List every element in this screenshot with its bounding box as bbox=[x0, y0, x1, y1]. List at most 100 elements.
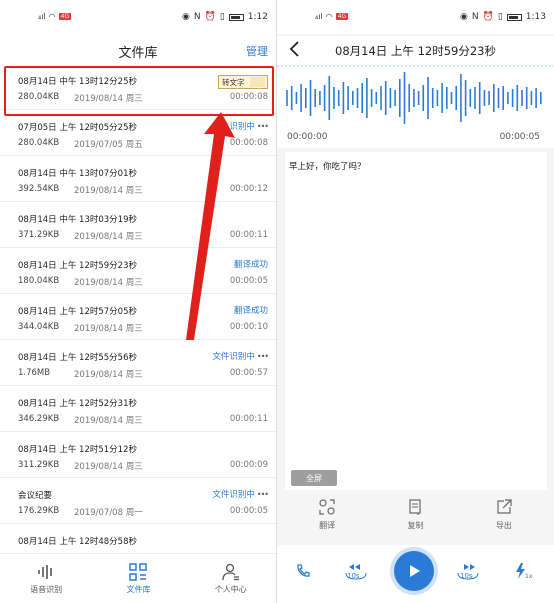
file-row[interactable]: 08月14日 上午 12时55分56秒 1.76MB 2019/08/14 周三 00… bbox=[0, 340, 276, 386]
convert-to-text-button[interactable]: 转文字 bbox=[218, 75, 268, 89]
file-row[interactable]: 08月14日 上午 12时52分31秒 346.29KB 2019/08/14 周三… bbox=[0, 386, 276, 432]
file-duration: 00:00:12 bbox=[229, 184, 268, 194]
file-name: 08月14日 中午 13时12分25秒 bbox=[18, 77, 137, 87]
convert-label: 转文字 bbox=[222, 77, 245, 87]
bottom-nav: 语音识别 文件库 个人中心 bbox=[0, 553, 276, 603]
file-date: 2019/08/14 周三 bbox=[74, 232, 143, 242]
file-duration: 00:00:08 bbox=[229, 92, 268, 102]
file-status-text: 翻译成功 bbox=[233, 260, 268, 270]
more-icon[interactable]: ••• bbox=[257, 352, 269, 361]
file-size: 176.29KB bbox=[18, 506, 60, 516]
transcript-text[interactable]: 早上好，你吃了吗？ bbox=[289, 160, 366, 172]
vibrate-icon: ▯ bbox=[219, 12, 225, 22]
fullscreen-button[interactable]: 全屏 bbox=[291, 470, 337, 486]
translate-label: 翻译 bbox=[319, 521, 336, 530]
file-date: 2019/08/14 周三 bbox=[74, 370, 143, 380]
file-status: 翻译成功 bbox=[234, 258, 268, 270]
file-date: 2019/07/05 周五 bbox=[74, 140, 143, 150]
signal-icon: ₄ıl bbox=[38, 12, 46, 21]
file-status: 文件识别中 ••• bbox=[212, 488, 269, 500]
nav-item-2[interactable]: 个人中心 bbox=[185, 554, 276, 603]
action-row: 翻译 复制 导出 bbox=[277, 498, 554, 540]
file-name: 08月14日 上午 12时57分05秒 bbox=[18, 307, 137, 317]
carrier-badge: 4G bbox=[335, 13, 349, 20]
file-size: 346.29KB bbox=[18, 414, 60, 424]
file-status-text: 文件识别中 bbox=[212, 490, 255, 500]
play-button[interactable] bbox=[394, 551, 434, 591]
signal-icon: ₄ıl bbox=[315, 12, 323, 21]
file-size: 392.54KB bbox=[18, 184, 60, 194]
rewind-icon: 10s bbox=[345, 564, 367, 580]
convert-swatch bbox=[250, 77, 265, 87]
play-icon bbox=[410, 565, 420, 577]
time-start: 00:00:00 bbox=[287, 132, 328, 142]
export-icon bbox=[497, 499, 512, 514]
file-duration: 00:00:11 bbox=[229, 414, 268, 424]
wifi-icon: ◠ bbox=[48, 12, 56, 21]
eye-icon: ◉ bbox=[460, 12, 468, 22]
file-status-text: 文件识别中 bbox=[212, 122, 255, 132]
file-size: 311.29KB bbox=[18, 460, 60, 470]
nfc-icon: N bbox=[193, 12, 201, 22]
manage-button[interactable]: 管理 bbox=[246, 43, 268, 59]
copy-button[interactable]: 复制 bbox=[385, 498, 445, 540]
nav-label: 语音识别 bbox=[30, 584, 63, 594]
file-list: 08月14日 中午 13时12分25秒 280.04KB 2019/08/14 周三… bbox=[0, 64, 276, 570]
nav-label: 个人中心 bbox=[214, 584, 247, 594]
forward-icon: 10s bbox=[457, 564, 479, 580]
waveform-graphic bbox=[277, 65, 554, 124]
file-duration: 00:00:09 bbox=[229, 460, 268, 470]
file-size: 280.04KB bbox=[18, 92, 60, 102]
file-name: 08月14日 中午 13时03分19秒 bbox=[18, 215, 137, 225]
time-row: 00:00:00 00:00:05 bbox=[277, 130, 554, 148]
file-status: 翻译成功 bbox=[234, 304, 268, 316]
file-row[interactable]: 08月14日 上午 12时51分12秒 311.29KB 2019/08/14 周三… bbox=[0, 432, 276, 478]
file-date: 2019/08/14 周三 bbox=[74, 416, 143, 426]
file-size: 1.76MB bbox=[18, 368, 51, 378]
forward-10s-button[interactable]: 10s bbox=[455, 561, 481, 581]
rewind-10s-button[interactable]: 10s bbox=[343, 561, 369, 581]
file-duration: 00:00:05 bbox=[229, 506, 268, 516]
file-status: 文件识别中 ••• bbox=[212, 350, 269, 362]
file-status-text: 文件识别中 bbox=[212, 352, 255, 362]
file-size: 344.04KB bbox=[18, 322, 60, 332]
more-icon[interactable]: ••• bbox=[257, 490, 269, 499]
file-date: 2019/08/14 周三 bbox=[74, 186, 143, 196]
battery-icon bbox=[506, 13, 522, 21]
file-duration: 00:00:05 bbox=[229, 276, 268, 286]
file-row[interactable]: 08月14日 中午 13时12分25秒 280.04KB 2019/08/14 周三… bbox=[0, 64, 276, 110]
file-name: 08月14日 上午 12时59分23秒 bbox=[18, 261, 137, 271]
file-date: 2019/08/14 周三 bbox=[74, 462, 143, 472]
player-controls: 10s 10s 1x bbox=[277, 545, 554, 603]
carrier-badge: 4G bbox=[58, 13, 72, 20]
playback-speed-button[interactable]: 1x bbox=[511, 561, 533, 581]
file-library-screen: ₄ıl ◠ 4G ◉ N ⏰ ▯ 1:12 文件库 管理 08月14日 中午 1… bbox=[0, 0, 277, 603]
file-row[interactable]: 08月14日 中午 13时03分19秒 371.29KB 2019/08/14 周三… bbox=[0, 202, 276, 248]
page-title: 文件库 bbox=[118, 46, 158, 61]
phone-call-button[interactable] bbox=[293, 561, 313, 581]
file-duration: 00:00:10 bbox=[229, 322, 268, 332]
speed-label: 1x bbox=[525, 573, 532, 580]
nav-item-0[interactable]: 语音识别 bbox=[0, 554, 92, 603]
speed-icon: 1x bbox=[516, 563, 532, 580]
file-row[interactable]: 08月14日 中午 13时07分01秒 392.54KB 2019/08/14 周三… bbox=[0, 156, 276, 202]
file-row[interactable]: 08月14日 上午 12时59分23秒 180.04KB 2019/08/14 周三… bbox=[0, 248, 276, 294]
copy-label: 复制 bbox=[407, 521, 424, 530]
export-label: 导出 bbox=[495, 521, 512, 530]
file-row[interactable]: 08月14日 上午 12时57分05秒 344.04KB 2019/08/14 周三… bbox=[0, 294, 276, 340]
export-button[interactable]: 导出 bbox=[474, 498, 534, 540]
file-row[interactable]: 会议纪要 176.29KB 2019/07/08 周一 00:00:05 文件识别中 ••… bbox=[0, 478, 276, 524]
more-icon[interactable]: ••• bbox=[257, 122, 269, 131]
file-size: 371.29KB bbox=[18, 230, 60, 240]
file-date: 2019/07/08 周一 bbox=[74, 508, 143, 518]
waveform-area[interactable] bbox=[277, 64, 554, 130]
nav-item-1[interactable]: 文件库 bbox=[92, 554, 184, 603]
alarm-icon: ⏰ bbox=[482, 12, 494, 22]
file-row[interactable]: 07月05日 上午 12时05分25秒 280.04KB 2019/07/05 周五… bbox=[0, 110, 276, 156]
grid-icon bbox=[128, 562, 148, 581]
translate-button[interactable]: 翻译 bbox=[297, 498, 357, 540]
file-duration: 00:00:08 bbox=[229, 138, 268, 148]
copy-icon bbox=[409, 499, 422, 515]
battery-icon bbox=[228, 13, 244, 21]
phone-icon bbox=[297, 564, 310, 577]
